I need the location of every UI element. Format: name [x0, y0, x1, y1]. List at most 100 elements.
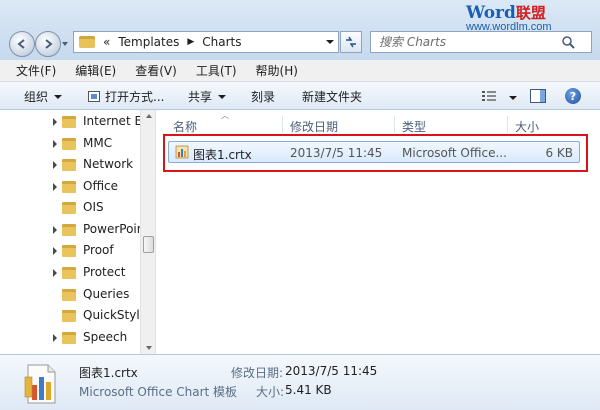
nav-item-quickstyles[interactable]: QuickStyle: [0, 306, 147, 326]
folder-icon: [62, 224, 76, 236]
refresh-button[interactable]: [340, 31, 362, 53]
menu-help[interactable]: 帮助(H): [256, 62, 298, 79]
nav-scrollbar[interactable]: [140, 110, 155, 354]
column-header-size[interactable]: 大小: [515, 118, 539, 135]
sort-ascending-icon: ︿: [221, 111, 229, 120]
logo-brand-word: Word: [466, 3, 516, 23]
nav-item-internet-explorer[interactable]: Internet Ex: [0, 112, 149, 132]
details-modified-value: 2013/7/5 11:45: [285, 364, 378, 378]
folder-icon: [79, 36, 95, 48]
folder-icon: [62, 138, 76, 150]
expand-arrow-icon[interactable]: [53, 226, 57, 234]
nav-item-ois[interactable]: OIS: [0, 198, 140, 218]
nav-item-proof[interactable]: Proof: [0, 241, 140, 261]
details-file-type: Microsoft Office Chart 模板: [79, 385, 238, 399]
nav-item-powerpoint[interactable]: PowerPoir: [0, 220, 142, 240]
expand-arrow-icon[interactable]: [53, 118, 57, 126]
nav-item-speech[interactable]: Speech: [0, 328, 140, 348]
nav-item-label: PowerPoir: [83, 222, 142, 236]
column-header-name[interactable]: 名称: [173, 118, 197, 135]
back-button[interactable]: [9, 31, 35, 57]
nav-item-label: Office: [83, 179, 119, 193]
column-divider[interactable]: [282, 116, 283, 133]
expand-arrow-icon[interactable]: [53, 334, 57, 342]
breadcrumb-templates[interactable]: Templates: [118, 35, 179, 49]
chart-template-large-icon: [24, 364, 56, 404]
search-icon[interactable]: [561, 35, 575, 49]
column-header-modified[interactable]: 修改日期: [290, 118, 338, 135]
details-size-value: 5.41 KB: [285, 383, 332, 397]
menu-view[interactable]: 查看(V): [135, 62, 177, 79]
burn-button[interactable]: 刻录: [251, 88, 275, 105]
folder-icon: [62, 289, 76, 301]
nav-item-office[interactable]: Office: [0, 177, 140, 197]
new-folder-label: 新建文件夹: [302, 90, 363, 104]
scroll-thumb[interactable]: [143, 236, 154, 253]
breadcrumb-separator-icon[interactable]: ▶: [187, 37, 194, 47]
menu-bar: 文件(F) 编辑(E) 查看(V) 工具(T) 帮助(H): [0, 60, 600, 82]
search-input[interactable]: [371, 35, 561, 49]
address-row: « Templates ▶ Charts Word联盟 www.wordlm.c…: [0, 0, 600, 60]
organize-label: 组织: [24, 90, 49, 104]
watermark-logo: Word联盟 www.wordlm.com: [466, 2, 596, 36]
address-dropdown-icon[interactable]: [326, 38, 334, 46]
column-divider[interactable]: [394, 116, 395, 133]
menu-file[interactable]: 文件(F): [16, 62, 56, 79]
new-folder-button[interactable]: 新建文件夹: [302, 88, 362, 105]
nav-item-network[interactable]: Network: [0, 155, 140, 175]
folder-icon: [62, 245, 76, 257]
nav-item-label: Network: [83, 157, 134, 171]
folder-icon: [62, 267, 76, 279]
open-with-icon: [88, 91, 100, 102]
share-chevron-icon: [218, 94, 227, 99]
nav-item-label: Queries: [83, 287, 130, 301]
nav-item-label: Protect: [83, 265, 126, 279]
folder-icon: [62, 159, 76, 171]
details-file-name: 图表1.crtx: [79, 366, 138, 380]
scroll-up-icon[interactable]: [146, 114, 152, 118]
logo-brand-cn: 联盟: [515, 4, 546, 22]
folder-icon: [62, 181, 76, 193]
scroll-down-icon[interactable]: [146, 346, 152, 350]
organize-button[interactable]: 组织: [24, 88, 63, 105]
nav-item-protect[interactable]: Protect: [0, 263, 140, 283]
logo-url: www.wordlm.com: [466, 21, 552, 33]
breadcrumb-overflow[interactable]: «: [103, 35, 110, 49]
nav-item-label: Proof: [83, 243, 114, 257]
menu-tools[interactable]: 工具(T): [196, 62, 237, 79]
breadcrumb-charts[interactable]: Charts: [202, 35, 241, 49]
expand-arrow-icon[interactable]: [53, 247, 57, 255]
help-icon[interactable]: ?: [565, 88, 581, 104]
recent-pages-chevron-icon[interactable]: [61, 39, 69, 49]
menu-edit[interactable]: 编辑(E): [75, 62, 116, 79]
forward-button[interactable]: [35, 31, 61, 57]
share-button[interactable]: 共享: [188, 88, 227, 105]
nav-item-mmc[interactable]: MMC: [0, 134, 140, 154]
command-bar: 组织 打开方式... 共享 刻录 新建文件夹 ?: [0, 82, 600, 110]
nav-item-queries[interactable]: Queries: [0, 285, 140, 305]
column-header-type[interactable]: 类型: [402, 118, 426, 135]
view-chevron-icon[interactable]: [509, 96, 517, 100]
view-options-icon[interactable]: [482, 91, 496, 102]
expand-arrow-icon[interactable]: [53, 140, 57, 148]
refresh-icon: [346, 36, 356, 48]
annotation-highlight-box: [163, 134, 588, 172]
organize-chevron-icon: [54, 94, 63, 99]
folder-icon: [62, 202, 76, 214]
column-divider[interactable]: [507, 116, 508, 133]
preview-pane-icon[interactable]: [530, 89, 546, 103]
details-modified-label: 修改日期:: [231, 366, 284, 380]
forward-arrow-icon: [45, 39, 53, 49]
expand-arrow-icon[interactable]: [53, 269, 57, 277]
expand-arrow-icon[interactable]: [53, 161, 57, 169]
details-pane: 图表1.crtx Microsoft Office Chart 模板 修改日期:…: [0, 354, 600, 410]
open-with-button[interactable]: 打开方式...: [88, 88, 164, 105]
burn-label: 刻录: [251, 90, 276, 104]
folder-icon: [62, 310, 76, 322]
folder-icon: [62, 332, 76, 344]
expand-arrow-icon[interactable]: [53, 183, 57, 191]
folder-icon: [62, 116, 76, 128]
open-with-label: 打开方式...: [105, 90, 165, 104]
address-bar[interactable]: « Templates ▶ Charts: [73, 31, 339, 53]
details-size-label: 大小:: [256, 385, 285, 399]
